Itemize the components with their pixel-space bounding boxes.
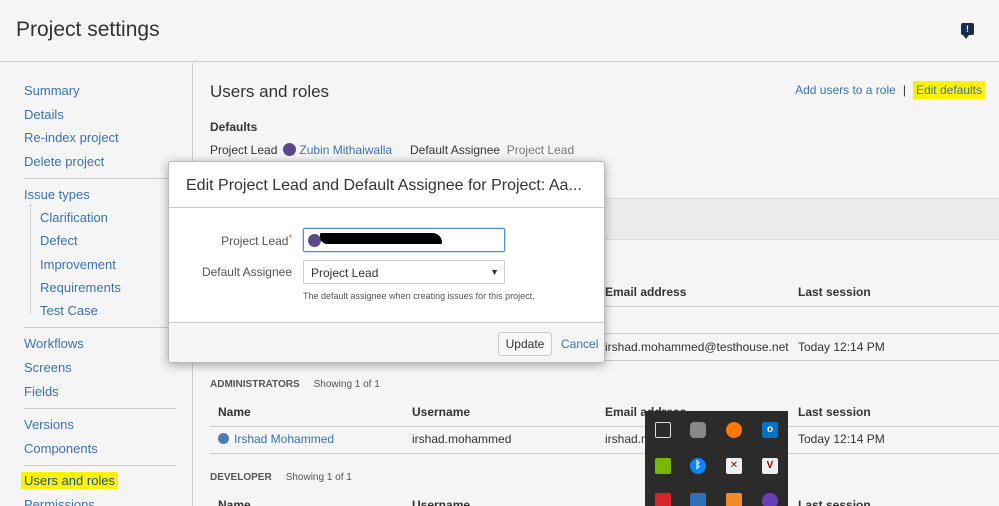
section-heading: Administrators: [210, 379, 300, 390]
app-icon[interactable]: [726, 493, 742, 506]
header: Project settings !: [0, 0, 999, 62]
dialog-footer: Update Cancel: [169, 322, 604, 362]
project-lead-link[interactable]: Zubin Mithaiwalla: [299, 143, 392, 157]
column-header-username: Username: [412, 498, 471, 506]
sidebar-item-issue-types[interactable]: Issue types: [24, 187, 90, 202]
vpn-icon[interactable]: V: [762, 458, 778, 474]
app-icon-2[interactable]: [762, 493, 778, 506]
sidebar-divider: [24, 465, 176, 466]
table-row-name: Irshad Mohammed: [218, 432, 334, 446]
showing-count: Showing 1 of 1: [313, 379, 380, 390]
section-title: Users and roles: [210, 82, 330, 101]
user-avatar-icon: [218, 433, 229, 444]
username-cell: irshad.mohammed: [412, 432, 512, 446]
link-separator: |: [902, 83, 906, 97]
column-header-last-session: Last session: [798, 285, 871, 299]
field-label-text: Project Lead: [221, 234, 289, 248]
field-description: The default assignee when creating issue…: [303, 291, 535, 301]
sidebar-item-test-case[interactable]: Test Case: [40, 303, 98, 318]
column-header-last-session: Last session: [798, 405, 871, 419]
shield-x-icon[interactable]: ✕: [726, 458, 742, 474]
sidebar-item-users-and-roles[interactable]: Users and roles: [21, 472, 119, 489]
last-session-cell: Today 12:14 PM: [798, 340, 885, 354]
sidebar-item-details[interactable]: Details: [24, 107, 64, 122]
divider: [210, 426, 999, 427]
tree-line: [30, 205, 31, 313]
section-heading: Developer: [210, 472, 272, 483]
sidebar-item-summary[interactable]: Summary: [24, 83, 80, 98]
record-icon[interactable]: [655, 493, 671, 506]
project-lead-input[interactable]: [303, 228, 505, 252]
sidebar-item-components[interactable]: Components: [24, 441, 98, 456]
page-title: Project settings: [16, 18, 160, 41]
sidebar: Summary Details Re-index project Delete …: [0, 63, 193, 506]
default-assignee-row: Default Assignee Project Lead: [410, 143, 574, 157]
caret-down-icon: ▼: [490, 267, 499, 277]
sidebar-item-clarification[interactable]: Clarification: [40, 210, 108, 225]
selected-value: Project Lead: [311, 266, 379, 280]
project-lead-field-label: Project Lead*: [221, 233, 292, 248]
default-assignee-value: Project Lead: [506, 143, 575, 157]
avast-icon[interactable]: [726, 422, 742, 438]
default-assignee-select[interactable]: Project Lead ▼: [303, 260, 505, 284]
edit-defaults-dialog: Edit Project Lead and Default Assignee f…: [168, 161, 605, 363]
dialog-header: Edit Project Lead and Default Assignee f…: [169, 162, 604, 208]
last-session-cell: Today 12:14 PM: [798, 432, 885, 446]
column-header-last-session: Last session: [798, 498, 871, 506]
dialog-body: Project Lead* Default Assignee Project L…: [169, 209, 604, 322]
administrators-heading: Administrators Showing 1 of 1: [210, 379, 380, 390]
sidebar-item-label: Users and roles: [21, 472, 119, 489]
column-header-name: Name: [218, 498, 251, 506]
column-header-email: Email address: [605, 285, 687, 299]
project-lead-label: Project Lead: [210, 143, 278, 157]
project-lead-row: Project Lead Zubin Mithaiwalla: [210, 143, 392, 157]
sidebar-item-delete[interactable]: Delete project: [24, 154, 104, 169]
column-header-username: Username: [412, 405, 471, 419]
dialog-title: Edit Project Lead and Default Assignee f…: [186, 177, 582, 194]
default-assignee-label: Default Assignee: [410, 143, 501, 157]
nvidia-icon[interactable]: [655, 458, 671, 474]
redacted-value: [320, 233, 442, 244]
sidebar-divider: [24, 327, 176, 328]
system-tray-popup: o ᛒ ✕ V: [645, 411, 788, 506]
divider: [210, 453, 999, 454]
sidebar-item-fields[interactable]: Fields: [24, 384, 59, 399]
sidebar-item-improvement[interactable]: Improvement: [40, 257, 116, 272]
update-button[interactable]: Update: [498, 332, 552, 356]
sidebar-item-workflows[interactable]: Workflows: [24, 336, 84, 351]
monitor-icon[interactable]: [655, 422, 671, 438]
sidebar-item-defect[interactable]: Defect: [40, 233, 78, 248]
network-icon[interactable]: [690, 493, 706, 506]
sidebar-item-versions[interactable]: Versions: [24, 417, 74, 432]
required-marker: *: [288, 233, 292, 243]
showing-count: Showing 1 of 1: [285, 472, 352, 483]
sidebar-item-requirements[interactable]: Requirements: [40, 280, 121, 295]
avatar: [283, 143, 297, 156]
email-cell: irshad.mohammed@testhouse.net: [605, 340, 789, 354]
cancel-link[interactable]: Cancel: [561, 337, 598, 351]
defaults-heading: Defaults: [210, 120, 258, 134]
sidebar-item-reindex[interactable]: Re-index project: [24, 130, 119, 145]
add-users-link[interactable]: Add users to a role: [795, 83, 896, 97]
column-header-name: Name: [218, 405, 251, 419]
user-link[interactable]: Irshad Mohammed: [234, 432, 334, 446]
outlook-icon[interactable]: o: [762, 422, 778, 438]
sidebar-divider: [24, 178, 176, 179]
default-assignee-field-label: Default Assignee: [201, 265, 292, 279]
feedback-icon[interactable]: !: [961, 23, 974, 39]
sidebar-item-permissions[interactable]: Permissions: [24, 497, 95, 506]
developer-heading: Developer Showing 1 of 1: [210, 472, 352, 483]
sidebar-item-screens[interactable]: Screens: [24, 360, 72, 375]
top-links: Add users to a role | Edit defaults: [795, 81, 985, 99]
lock-icon[interactable]: [690, 422, 706, 438]
edit-defaults-link[interactable]: Edit defaults: [912, 81, 985, 99]
sidebar-divider: [24, 408, 176, 409]
bluetooth-icon[interactable]: ᛒ: [690, 458, 706, 474]
